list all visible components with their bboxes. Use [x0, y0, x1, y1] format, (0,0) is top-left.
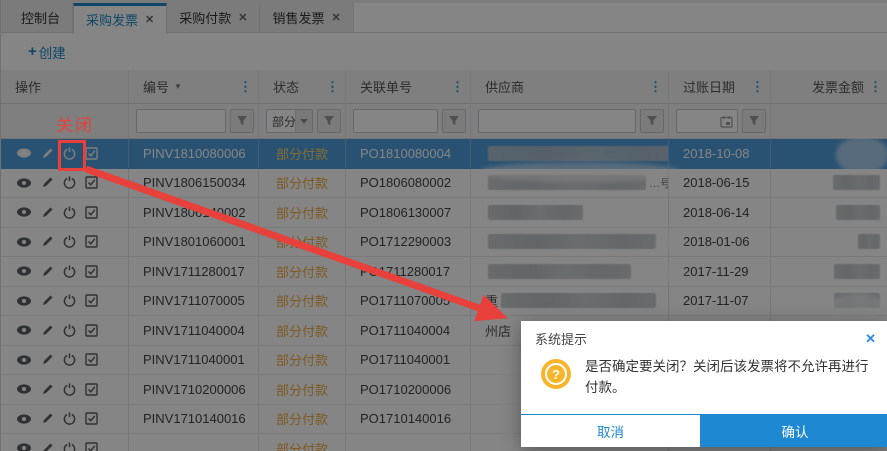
- dialog-body: ? 是否确定要关闭？关闭后该发票将不允许再进行付款。: [521, 350, 887, 414]
- dialog-message: 是否确定要关闭？关闭后该发票将不允许再进行付款。: [585, 359, 869, 395]
- confirm-dialog: 系统提示 ✕ ? 是否确定要关闭？关闭后该发票将不允许再进行付款。 取消 确认: [521, 321, 887, 447]
- close-annotation-box: [58, 140, 86, 171]
- dialog-header: 系统提示 ✕: [521, 321, 887, 350]
- confirm-button[interactable]: 确认: [700, 415, 887, 447]
- dialog-title: 系统提示: [535, 332, 588, 347]
- dialog-close-icon[interactable]: ✕: [865, 331, 876, 347]
- close-annotation-label: 关闭: [56, 116, 94, 135]
- question-icon: ?: [541, 359, 571, 389]
- cancel-button[interactable]: 取消: [521, 415, 700, 447]
- dialog-footer: 取消 确认: [521, 414, 887, 447]
